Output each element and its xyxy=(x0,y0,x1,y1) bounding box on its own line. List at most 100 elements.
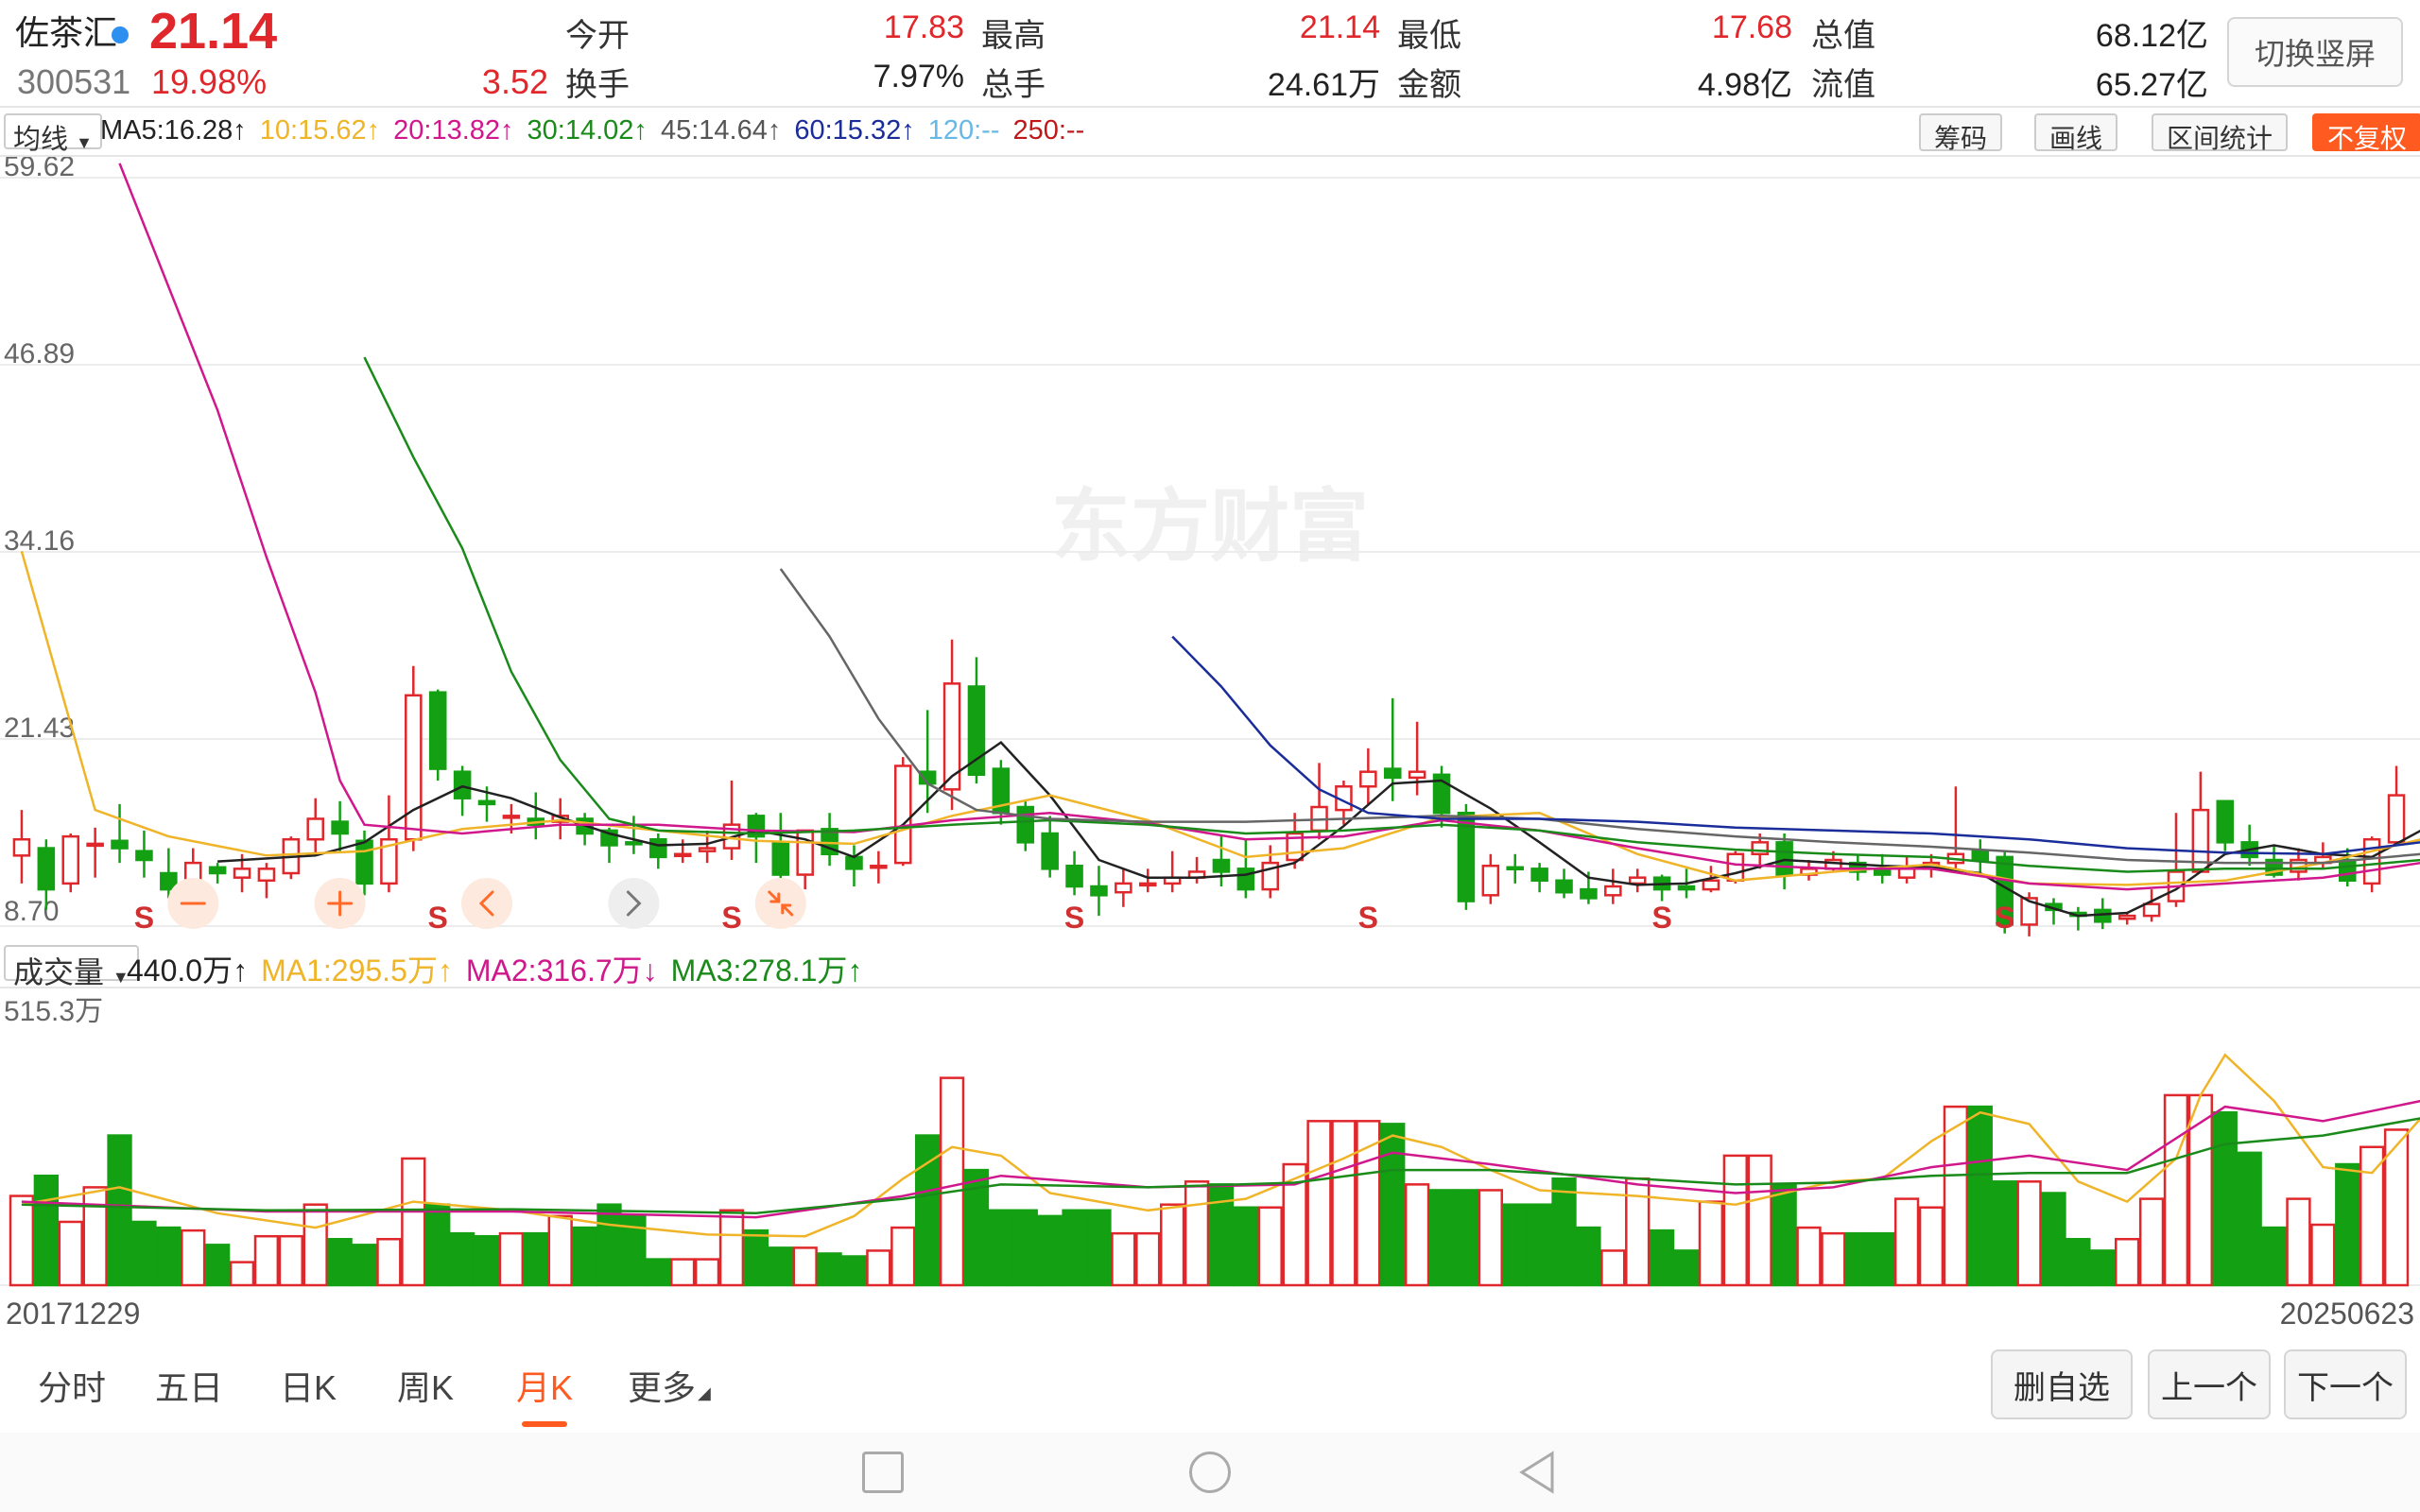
tab-intraday[interactable]: 分时 xyxy=(38,1361,106,1410)
volume-bar xyxy=(2335,1162,2360,1287)
candle xyxy=(61,833,80,893)
kline-chart[interactable]: 东方财富 59.62 46.89 34.16 21.43 8.70 S S S S S S S xyxy=(0,157,2420,941)
candle xyxy=(331,800,349,851)
volume-bar xyxy=(988,1209,1014,1287)
candle xyxy=(1555,868,1573,899)
candle xyxy=(1236,839,1255,899)
chip-button[interactable]: 筹码 xyxy=(1919,113,2003,153)
candle-body xyxy=(331,820,349,835)
ma-legend-item-7: 250:-- xyxy=(1012,115,1085,146)
volume-bar xyxy=(82,1186,108,1287)
volume-bar xyxy=(131,1220,157,1287)
volume-bar xyxy=(1453,1189,1479,1287)
remove-watchlist-button[interactable]: 删自选 xyxy=(1991,1349,2133,1419)
volume-label: 总手 xyxy=(981,67,1046,103)
volume-ma-legend-item-2: MA2:316.7万↓ xyxy=(465,954,658,988)
back-icon[interactable] xyxy=(1516,1450,1558,1495)
date-axis: 20171229 20250623 xyxy=(0,1293,2420,1334)
volume-ma-values: 440.0万↑ MA1:295.5万↑ MA2:316.7万↓ MA3:278.1万↑ xyxy=(127,947,862,990)
candle xyxy=(1652,874,1671,902)
price-axis-label: 46.89 xyxy=(4,338,75,369)
candle xyxy=(1849,853,1867,881)
ma-legend-item-3: 30:14.02↑ xyxy=(527,115,648,146)
draw-line-button[interactable]: 画线 xyxy=(2034,113,2118,153)
candle xyxy=(135,830,153,878)
candle-body xyxy=(1677,885,1696,891)
volume-bar xyxy=(572,1226,597,1287)
market-cap-value: 68.12亿 xyxy=(2095,18,2208,54)
ma-legend-item-1: 10:15.62↑ xyxy=(259,115,381,146)
candle-body xyxy=(1555,879,1573,894)
candle xyxy=(893,757,912,867)
tab-weekly-k[interactable]: 周K xyxy=(397,1361,454,1410)
volume-bar xyxy=(743,1228,769,1287)
volume-bar xyxy=(156,1226,182,1287)
volume-legend-bar: 成交量 ▼ 440.0万↑ MA1:295.5万↑ MA2:316.7万↓ MA3:2… xyxy=(0,941,2420,990)
compress-icon[interactable] xyxy=(754,878,806,929)
float-cap-label: 流值 xyxy=(1811,67,1876,103)
previous-stock-button[interactable]: 上一个 xyxy=(2148,1349,2271,1419)
ma-legend-item-2: 20:13.82↑ xyxy=(393,115,514,146)
tab-monthly-k[interactable]: 月K xyxy=(516,1361,573,1410)
candle xyxy=(649,833,667,869)
candle-body xyxy=(2142,902,2161,918)
candle-body xyxy=(2338,858,2357,883)
next-stock-button[interactable]: 下一个 xyxy=(2284,1349,2407,1419)
candle xyxy=(1090,866,1108,917)
volume-bar xyxy=(1135,1231,1161,1287)
chevron-right-icon[interactable] xyxy=(608,878,660,929)
recents-icon[interactable] xyxy=(862,1452,904,1493)
home-icon[interactable] xyxy=(1189,1452,1231,1493)
candle-body xyxy=(1580,887,1598,900)
volume-bar xyxy=(1380,1123,1406,1287)
candle xyxy=(771,813,790,884)
volume-value: 24.61万 xyxy=(1267,67,1380,103)
candle-body xyxy=(870,864,888,869)
volume-bar xyxy=(694,1258,720,1287)
candle-body xyxy=(1751,841,1769,856)
volume-bar xyxy=(2310,1223,2336,1287)
last-price: 21.14 xyxy=(149,3,278,60)
volume-ma-legend-item-3: MA3:278.1万↑ xyxy=(670,954,863,988)
tab-five-day[interactable]: 五日 xyxy=(155,1361,223,1410)
candle-body xyxy=(967,685,986,777)
volume-bar xyxy=(425,1203,451,1287)
range-stats-button[interactable]: 区间统计 xyxy=(2152,113,2289,153)
plus-icon[interactable] xyxy=(314,878,366,929)
chevron-left-icon[interactable] xyxy=(461,878,513,929)
tab-more[interactable]: 更多 xyxy=(628,1361,696,1410)
volume-bar xyxy=(1062,1209,1087,1287)
volume-bar xyxy=(2041,1192,2066,1287)
candle xyxy=(1016,800,1035,851)
volume-bar xyxy=(181,1228,206,1287)
minus-icon[interactable] xyxy=(167,878,219,929)
volume-bar xyxy=(2212,1110,2238,1287)
volume-bar xyxy=(449,1231,475,1287)
adjust-mode-button[interactable]: 不复权 xyxy=(2312,113,2420,153)
volume-bar xyxy=(498,1231,525,1287)
volume-indicator-select[interactable]: 成交量 ▼ xyxy=(4,945,139,989)
period-tabs: 分时 五日 日K 周K 月K 更多 ◢ 删自选 上一个 下一个 xyxy=(0,1342,2420,1436)
volume-chart[interactable]: 515.3万 xyxy=(0,988,2420,1291)
candle xyxy=(1604,868,1622,904)
candle xyxy=(1800,860,1818,881)
stock-kline-screen: 佐茶汇 21.14 300531 19.98% 3.52 今开 17.83 换手… xyxy=(0,0,2420,1512)
candle-body xyxy=(1604,885,1622,897)
s-marker: S xyxy=(428,901,448,935)
volume-bar xyxy=(1576,1226,1601,1287)
candle xyxy=(722,781,741,861)
switch-portrait-button[interactable]: 切换竖屏 xyxy=(2227,17,2403,87)
turnover-value: 7.97% xyxy=(873,59,964,94)
volume-bar xyxy=(1893,1197,1920,1287)
volume-bar xyxy=(327,1238,353,1287)
volume-bar xyxy=(1012,1209,1038,1287)
volume-bar xyxy=(1551,1177,1577,1287)
candle xyxy=(821,813,838,867)
candle xyxy=(428,689,447,782)
volume-bar xyxy=(253,1234,280,1287)
indicator-select[interactable]: 均线 ▼ xyxy=(4,113,102,155)
tab-daily-k[interactable]: 日K xyxy=(280,1361,337,1410)
volume-bar xyxy=(866,1249,891,1287)
volume-bar xyxy=(1918,1206,1945,1287)
volume-bar xyxy=(204,1244,231,1287)
